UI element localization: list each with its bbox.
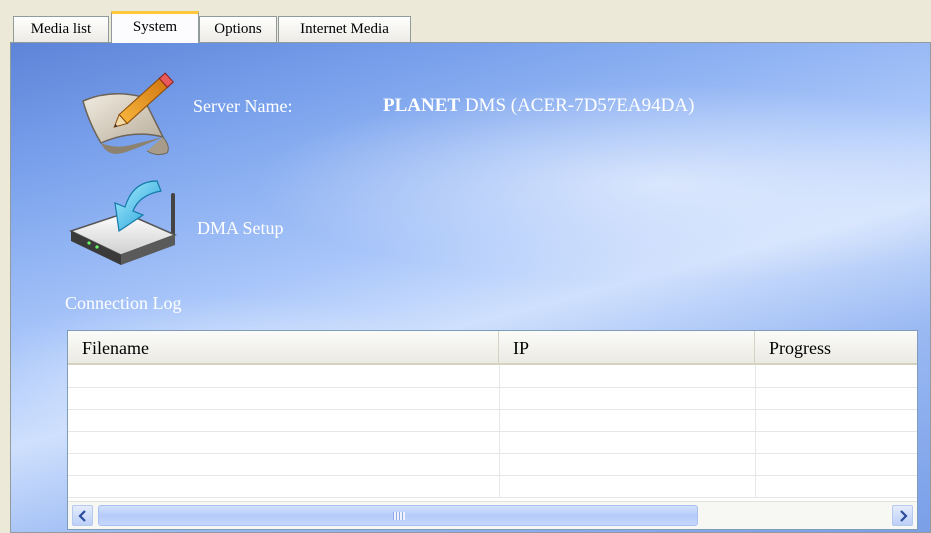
- tab-system[interactable]: System: [111, 11, 199, 43]
- scroll-left-button[interactable]: [72, 505, 93, 526]
- tab-strip: Media list System Options Internet Media: [0, 0, 931, 48]
- column-header-filename[interactable]: Filename: [68, 331, 499, 363]
- table-row: [68, 387, 917, 388]
- table-row: [68, 409, 917, 410]
- scrollbar-thumb[interactable]: [98, 505, 698, 526]
- server-name-value: PLANET DMS (ACER-7D57EA94DA): [383, 95, 694, 117]
- system-panel: Server Name: PLANET DMS (ACER-7D57EA94DA…: [10, 42, 931, 533]
- chevron-right-icon: [900, 510, 908, 522]
- router-download-icon[interactable]: [67, 173, 187, 268]
- column-header-ip[interactable]: IP: [499, 331, 755, 363]
- chevron-left-icon: [78, 510, 86, 522]
- table-header: Filename IP Progress: [68, 331, 917, 365]
- tab-internet-media[interactable]: Internet Media: [278, 16, 411, 42]
- grip-icon: [393, 512, 405, 520]
- connection-log-table[interactable]: Filename IP Progress: [67, 330, 918, 530]
- server-name-label: Server Name:: [193, 96, 293, 116]
- connection-log-label: Connection Log: [65, 293, 182, 313]
- table-row: [68, 497, 917, 498]
- tab-options[interactable]: Options: [199, 16, 277, 42]
- server-name-host: DMS (ACER-7D57EA94DA): [460, 95, 695, 116]
- server-name-brand: PLANET: [383, 95, 461, 116]
- table-row: [68, 475, 917, 476]
- table-row: [68, 431, 917, 432]
- column-divider: [755, 365, 756, 497]
- column-header-progress[interactable]: Progress: [755, 331, 917, 363]
- horizontal-scrollbar[interactable]: [68, 501, 917, 529]
- scroll-right-button[interactable]: [892, 505, 913, 526]
- table-row: [68, 453, 917, 454]
- dma-setup-label[interactable]: DMA Setup: [197, 218, 284, 239]
- column-divider: [499, 365, 500, 497]
- pencil-paper-icon[interactable]: [71, 63, 181, 159]
- tab-media-list[interactable]: Media list: [13, 16, 109, 42]
